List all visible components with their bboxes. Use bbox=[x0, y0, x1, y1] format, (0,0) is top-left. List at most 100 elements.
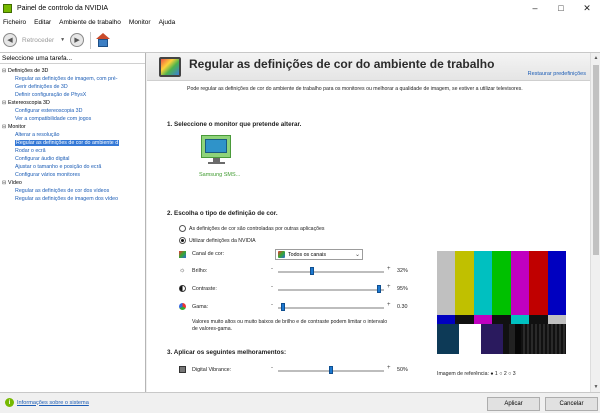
tree-item-label: Configurar vários monitores bbox=[15, 172, 81, 178]
restore-defaults-link[interactable]: Restaurar predefinições bbox=[528, 71, 586, 77]
gamma-slider-track[interactable] bbox=[278, 307, 384, 309]
pluge-block bbox=[503, 324, 521, 354]
apply-button[interactable]: Aplicar bbox=[487, 397, 540, 411]
tree-category-3d[interactable]: ⊟ Definições de 3D bbox=[0, 67, 145, 75]
gamma-increase[interactable]: + bbox=[387, 302, 391, 308]
bar-blue bbox=[547, 251, 566, 315]
menu-monitor[interactable]: Monitor bbox=[129, 19, 151, 26]
section-select-monitor: 1. Seleccione o monitor que pretende alt… bbox=[167, 121, 302, 128]
history-dropdown-icon[interactable]: ▼ bbox=[60, 37, 65, 43]
chevron-down-icon: ⌄ bbox=[354, 252, 360, 258]
tree-item-game-compat[interactable]: Ver a compatibilidade com jogos bbox=[0, 115, 145, 123]
strip-block bbox=[437, 315, 456, 324]
strip-block bbox=[529, 315, 548, 324]
window-controls: – □ ✕ bbox=[522, 0, 600, 16]
tree-category-video[interactable]: ⊟ Vídeo bbox=[0, 179, 145, 187]
tree-item-rotate[interactable]: Rodar o ecrã bbox=[0, 147, 145, 155]
menu-edit[interactable]: Editar bbox=[34, 19, 51, 26]
radio-other-apps[interactable]: As definições de cor são controladas por… bbox=[179, 225, 325, 232]
content-scrollbar[interactable]: ▲ ▼ bbox=[590, 53, 600, 392]
vibrance-label: Digital Vibrance: bbox=[192, 367, 232, 373]
radio-button[interactable] bbox=[179, 237, 186, 244]
vibrance-icon bbox=[179, 366, 186, 373]
tree-item-label: Regular as definições de cor do ambiente… bbox=[15, 140, 120, 146]
gamma-icon bbox=[179, 303, 186, 310]
back-label: Retroceder bbox=[22, 36, 55, 44]
reference-image-selector[interactable]: Imagem de referência: ● 1 ○ 2 ○ 3 bbox=[437, 371, 516, 377]
tree-item-resolution[interactable]: Alterar a resolução bbox=[0, 131, 145, 139]
window-title: Painel de controlo da NVIDIA bbox=[17, 4, 109, 12]
vibrance-increase[interactable]: + bbox=[387, 365, 391, 371]
maximize-button[interactable]: □ bbox=[548, 0, 574, 16]
tree-item-desktop-color[interactable]: Regular as definições de cor do ambiente… bbox=[0, 139, 145, 147]
color-channel-select[interactable]: Todos os canais ⌄ bbox=[275, 249, 363, 260]
tree-category-monitor[interactable]: ⊟ Monitor bbox=[0, 123, 145, 131]
category-label: Estereoscopia 3D bbox=[8, 100, 50, 106]
brightness-increase[interactable]: + bbox=[387, 266, 391, 272]
toolbar: ◀ Retroceder ▼ ▶ bbox=[0, 28, 600, 53]
back-button[interactable]: ◀ bbox=[3, 33, 17, 47]
tree-item-video-image[interactable]: Regular as definições de imagem dos víde… bbox=[0, 195, 145, 203]
home-button[interactable] bbox=[95, 32, 111, 48]
section-color-type: 2. Escolha o tipo de definição de cor. bbox=[167, 210, 278, 217]
gamma-decrease[interactable]: - bbox=[271, 302, 273, 308]
menu-help[interactable]: Ajuda bbox=[159, 19, 176, 26]
contrast-slider-track[interactable] bbox=[278, 289, 384, 291]
scroll-up-icon[interactable]: ▲ bbox=[591, 53, 600, 63]
system-info[interactable]: i Informações sobre o sistema bbox=[5, 398, 89, 407]
tree-item-label: Regular as definições de imagem, com pré… bbox=[15, 76, 118, 82]
tree-item-video-color[interactable]: Regular as definições de cor dos vídeos bbox=[0, 187, 145, 195]
tree-item-size-position[interactable]: Ajustar o tamanho e posição do ecrã bbox=[0, 163, 145, 171]
brightness-label: Brilho: bbox=[192, 268, 208, 274]
forward-button[interactable]: ▶ bbox=[70, 33, 85, 47]
tree-category-stereo[interactable]: ⊟ Estereoscopia 3D bbox=[0, 99, 145, 107]
tree-item-multiple-monitors[interactable]: Configurar vários monitores bbox=[0, 171, 145, 179]
contrast-decrease[interactable]: - bbox=[271, 284, 273, 290]
page-header: Regular as definições de cor do ambiente… bbox=[147, 53, 600, 81]
desktop-color-icon bbox=[159, 57, 181, 77]
radio-button[interactable] bbox=[179, 225, 186, 232]
arrow-right-icon: ▶ bbox=[74, 37, 80, 44]
tree-item-physx[interactable]: Definir configuração de PhysX bbox=[0, 91, 145, 99]
brightness-decrease[interactable]: - bbox=[271, 266, 273, 272]
tree-item-configure-stereo[interactable]: Configurar estereoscopia 3D bbox=[0, 107, 145, 115]
contrast-slider-thumb[interactable] bbox=[376, 285, 381, 293]
menu-desktop[interactable]: Ambiente de trabalho bbox=[59, 19, 121, 26]
radio-label: As definições de cor são controladas por… bbox=[189, 225, 325, 232]
monitor-screen bbox=[205, 139, 227, 153]
menu-file[interactable]: Ficheiro bbox=[3, 19, 26, 26]
strip-block bbox=[473, 315, 493, 324]
scroll-thumb[interactable] bbox=[593, 65, 599, 255]
close-button[interactable]: ✕ bbox=[574, 0, 600, 16]
vibrance-slider-thumb[interactable] bbox=[329, 366, 333, 374]
info-icon: i bbox=[5, 398, 14, 407]
tree-item-manage-3d[interactable]: Gerir definições de 3D bbox=[0, 83, 145, 91]
color-channel-icon bbox=[179, 251, 186, 258]
cancel-button[interactable]: Cancelar bbox=[545, 397, 598, 411]
title-bar: Painel de controlo da NVIDIA – □ ✕ bbox=[0, 0, 600, 16]
monitor-label[interactable]: Samsung SMS... bbox=[199, 172, 240, 178]
strip-block bbox=[547, 315, 566, 324]
system-info-link[interactable]: Informações sobre o sistema bbox=[17, 400, 89, 406]
pluge-block bbox=[459, 324, 481, 354]
vibrance-decrease[interactable]: - bbox=[271, 365, 273, 371]
section-enhancements: 3. Aplicar os seguintes melhoramentos: bbox=[167, 349, 287, 356]
scroll-down-icon[interactable]: ▼ bbox=[591, 382, 600, 392]
reference-test-pattern bbox=[437, 251, 566, 354]
contrast-increase[interactable]: + bbox=[387, 284, 391, 290]
gamma-slider-thumb[interactable] bbox=[281, 303, 286, 311]
tree-item-3d-image-settings[interactable]: Regular as definições de imagem, com pré… bbox=[0, 75, 145, 83]
menu-bar: Ficheiro Editar Ambiente de trabalho Mon… bbox=[0, 16, 600, 28]
monitor-tile[interactable] bbox=[199, 133, 235, 167]
tree-item-label: Definir configuração de PhysX bbox=[15, 92, 87, 98]
tree-item-label: Configurar estereoscopia 3D bbox=[15, 108, 83, 114]
tree-item-digital-audio[interactable]: Configurar áudio digital bbox=[0, 155, 145, 163]
tree-item-label: Alterar a resolução bbox=[15, 132, 60, 138]
page-title: Regular as definições de cor do ambiente… bbox=[189, 57, 495, 71]
minimize-button[interactable]: – bbox=[522, 0, 548, 16]
radio-nvidia-settings[interactable]: Utilizar definições da NVIDIA bbox=[179, 237, 256, 244]
contrast-value: 95% bbox=[397, 286, 408, 292]
brightness-slider-thumb[interactable] bbox=[309, 267, 314, 275]
tree-item-label: Ajustar o tamanho e posição do ecrã bbox=[15, 164, 102, 170]
brightness-slider-track[interactable] bbox=[278, 271, 384, 273]
